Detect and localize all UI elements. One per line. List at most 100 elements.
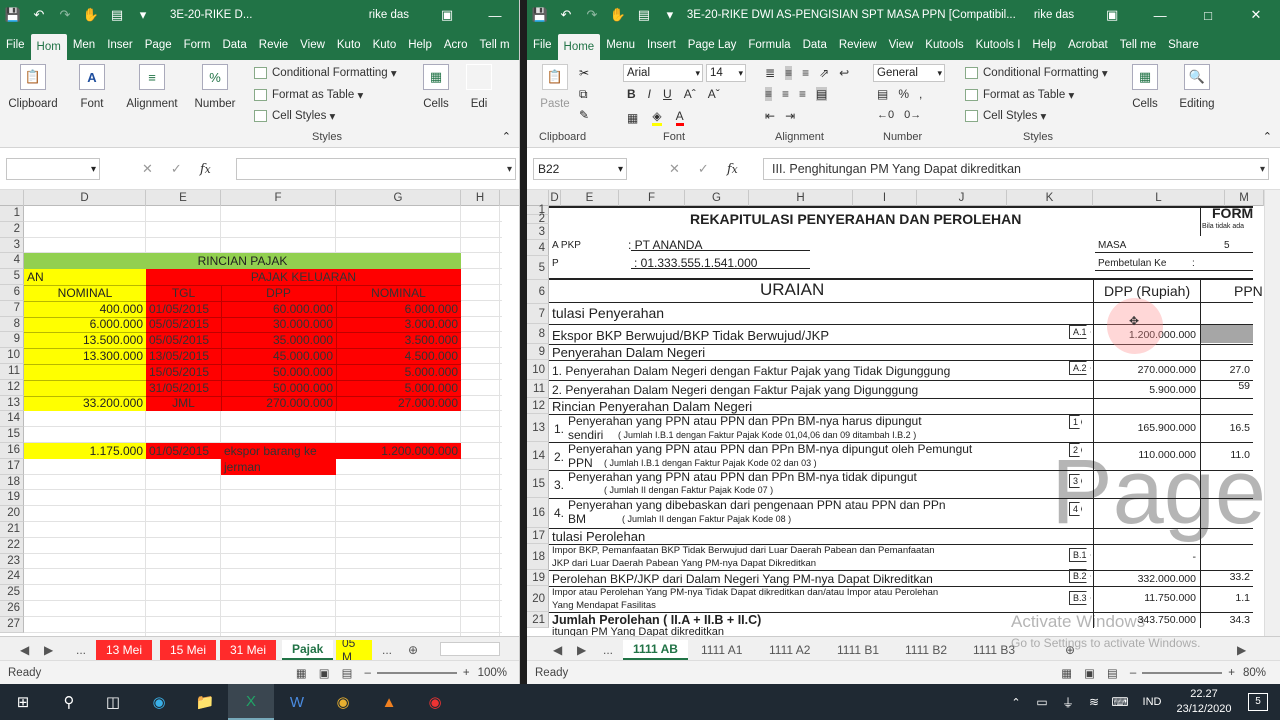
- row-header-17[interactable]: 17: [527, 528, 549, 544]
- sheet-tab-0[interactable]: 13 Mei: [96, 640, 153, 660]
- cells-group-button[interactable]: ▦ Cells: [416, 64, 456, 110]
- sheet-tab-3[interactable]: Pajak: [282, 640, 334, 660]
- zoom-slider[interactable]: [1142, 671, 1223, 674]
- touch-mode-icon[interactable]: ✋: [78, 7, 104, 23]
- doc-r12[interactable]: Rincian Penyerahan Dalam Negeri: [549, 398, 755, 414]
- row-header-10[interactable]: 10: [527, 360, 549, 380]
- cell-nominal_d[interactable]: NOMINAL: [24, 285, 146, 301]
- column-header-D[interactable]: D: [24, 190, 146, 206]
- tab-9[interactable]: Kuto: [331, 30, 367, 60]
- row-header-20[interactable]: 20: [0, 506, 24, 522]
- underline-icon[interactable]: U: [663, 87, 672, 101]
- tab-14[interactable]: Share: [1162, 30, 1205, 60]
- column-header-L[interactable]: L: [1093, 190, 1225, 206]
- form-icon[interactable]: ▤: [104, 7, 130, 23]
- name-box[interactable]: B22 ▾: [533, 158, 627, 180]
- tab-1[interactable]: Home: [557, 34, 601, 60]
- cell-f8[interactable]: 30.000.000: [221, 317, 336, 333]
- formula-input[interactable]: III. Penghitungan PM Yang Dapat dikredit…: [763, 158, 1269, 180]
- sheet-tab-0[interactable]: 1111 AB: [623, 640, 688, 660]
- tab-10[interactable]: Kuto: [367, 30, 403, 60]
- column-header-K[interactable]: K: [1007, 190, 1093, 206]
- cell-g11[interactable]: 5.000.000: [336, 364, 461, 380]
- doc-r13s[interactable]: ( Jumlah I.B.1 dengan Faktur Pajak Kode …: [615, 429, 919, 441]
- zoom-out-icon[interactable]: –: [364, 667, 370, 679]
- enter-icon[interactable]: ✓: [171, 161, 182, 177]
- font-color-icon[interactable]: A: [675, 109, 684, 126]
- cell-e11[interactable]: 15/05/2015: [146, 364, 221, 380]
- save-icon[interactable]: 💾: [527, 7, 553, 23]
- customize-qat-icon[interactable]: ▾: [130, 7, 156, 23]
- alignment-group-button[interactable]: ≡ Alignment: [122, 64, 182, 110]
- tab-5[interactable]: Form: [178, 30, 217, 60]
- ribbon-display-icon[interactable]: ▣: [423, 7, 471, 23]
- doc-r10p[interactable]: 27.0: [1200, 362, 1253, 378]
- doc-masa[interactable]: MASA: [1095, 238, 1129, 252]
- cell-g9[interactable]: 3.500.000: [336, 332, 461, 348]
- doc-r22[interactable]: itungan PM Yang Dapat dikreditkan: [549, 627, 727, 636]
- cell-f7[interactable]: 60.000.000: [221, 301, 336, 317]
- number-format-select[interactable]: General ▾: [873, 64, 945, 82]
- cell-g12[interactable]: 5.000.000: [336, 380, 461, 396]
- page-break-icon[interactable]: ▤: [342, 666, 353, 680]
- doc-r14v[interactable]: 110.000.000: [1093, 447, 1199, 463]
- doc-pkp_label[interactable]: A PKP: [549, 238, 584, 252]
- row-header-27[interactable]: 27: [0, 616, 24, 633]
- row-header-24[interactable]: 24: [0, 569, 24, 586]
- language-indicator[interactable]: IND: [1134, 684, 1170, 720]
- row-header-2[interactable]: 2: [527, 213, 549, 225]
- row-header-13[interactable]: 13: [527, 414, 549, 442]
- doc-r18a[interactable]: Impor BKP, Pemanfaatan BKP Tidak Berwuju…: [549, 544, 938, 557]
- doc-r16s[interactable]: ( Jumlah II dengan Faktur Pajak Kode 08 …: [619, 513, 794, 525]
- redo-icon[interactable]: ↷: [52, 7, 78, 23]
- font-group-button[interactable]: A Font: [72, 64, 112, 110]
- cell-g8[interactable]: 3.000.000: [336, 317, 461, 333]
- tab-4[interactable]: Page: [139, 30, 178, 60]
- row-header-18[interactable]: 18: [0, 474, 24, 491]
- cell-pajak-keluaran[interactable]: PAJAK KELUARAN: [146, 269, 461, 285]
- usb-icon[interactable]: ⏚: [1056, 684, 1080, 720]
- paste-button[interactable]: 📋 Paste: [535, 64, 575, 110]
- cell-d10[interactable]: 13.300.000: [24, 348, 146, 364]
- row-header-8[interactable]: 8: [0, 316, 24, 333]
- add-sheet-icon[interactable]: ⊕: [398, 640, 428, 660]
- doc-r13p[interactable]: 16.5: [1200, 420, 1253, 436]
- left-h-scrollbar[interactable]: [440, 642, 500, 656]
- zoom-in-icon[interactable]: +: [463, 667, 470, 679]
- tab-13[interactable]: Tell m: [474, 30, 516, 60]
- row-header-18[interactable]: 18: [527, 544, 549, 570]
- tab-1[interactable]: Hom: [30, 34, 67, 60]
- column-header-I[interactable]: I: [853, 190, 917, 206]
- doc-r19p[interactable]: 33.2: [1200, 569, 1253, 584]
- cell-tgl[interactable]: TGL: [146, 285, 221, 301]
- row-header-22[interactable]: 22: [0, 537, 24, 554]
- ribbon-display-icon[interactable]: ▣: [1088, 7, 1136, 23]
- column-header-H[interactable]: H: [461, 190, 500, 206]
- doc-r7[interactable]: tulasi Penyerahan: [549, 304, 667, 322]
- row-header-19[interactable]: 19: [527, 570, 549, 586]
- doc-r14s[interactable]: ( Jumlah I.B.1 dengan Faktur Pajak Kode …: [601, 457, 820, 469]
- doc-r21[interactable]: Jumlah Perolehan ( II.A + II.B + II.C): [549, 612, 764, 628]
- doc-form_sub[interactable]: Bila tidak ada: [1199, 221, 1247, 231]
- doc-r14a[interactable]: Penyerahan yang PPN atau PPN dan PPn BM-…: [565, 442, 975, 456]
- orientation-icon[interactable]: ⇗: [819, 66, 829, 80]
- chrome-icon[interactable]: ◉: [320, 684, 366, 720]
- doc-r14b[interactable]: PPN: [565, 456, 596, 470]
- cancel-icon[interactable]: ✕: [669, 161, 680, 177]
- row-header-9[interactable]: 9: [0, 332, 24, 349]
- tab-7[interactable]: Review: [833, 30, 883, 60]
- cell-d8[interactable]: 6.000.000: [24, 317, 146, 333]
- merge-center-icon[interactable]: ▤: [816, 87, 828, 101]
- doc-r10[interactable]: 1. Penyerahan Dalam Negeri dengan Faktur…: [549, 362, 953, 380]
- doc-r11p[interactable]: 59: [1200, 378, 1253, 394]
- bold-icon[interactable]: B: [627, 87, 636, 101]
- normal-view-icon[interactable]: ▦: [296, 666, 307, 680]
- cells-group-button[interactable]: ▦ Cells: [1125, 64, 1165, 110]
- tab-9[interactable]: Kutools: [919, 30, 969, 60]
- row-header-2[interactable]: 2: [0, 221, 24, 238]
- notifications-icon[interactable]: 5: [1248, 693, 1268, 711]
- font-size-select[interactable]: 14 ▾: [706, 64, 746, 82]
- cell-nominal_g[interactable]: NOMINAL: [336, 285, 461, 301]
- number-group-button[interactable]: % Number: [190, 64, 240, 110]
- decrease-decimal-icon[interactable]: 0→: [904, 109, 921, 121]
